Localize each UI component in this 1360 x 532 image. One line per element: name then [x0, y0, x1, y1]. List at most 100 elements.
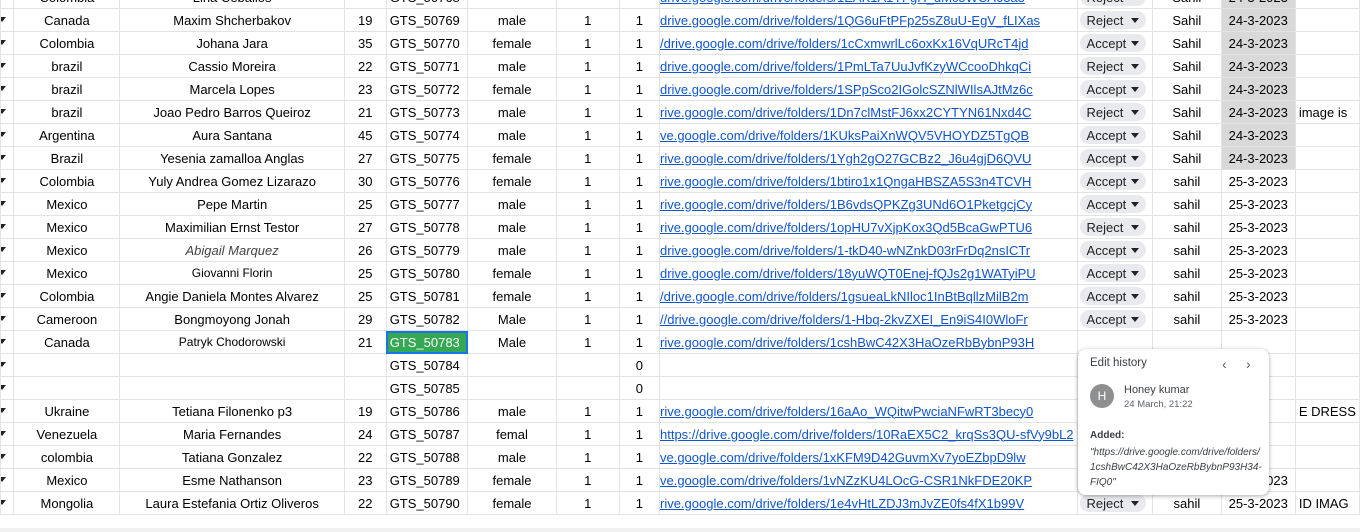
note-cell[interactable] [1294, 192, 1360, 216]
reviewer-cell[interactable]: sahil [1152, 238, 1222, 262]
row-dropdown-cell[interactable] [0, 77, 15, 101]
country-cell[interactable]: Colombia [13, 169, 121, 193]
row-dropdown-cell[interactable] [0, 422, 15, 446]
dropdown-arrow-icon[interactable] [1, 289, 8, 301]
count-cell[interactable]: 1 [555, 146, 620, 170]
status-cell[interactable]: Accept [1076, 123, 1154, 147]
row-dropdown-cell[interactable] [0, 353, 15, 377]
row-dropdown-cell[interactable] [0, 215, 15, 239]
drive-link-cell[interactable]: drive.google.com/drive/folders/1-tkD40-w… [658, 238, 1078, 262]
gender-cell[interactable]: female [467, 468, 557, 492]
drive-link-cell[interactable] [658, 376, 1078, 400]
date-cell[interactable]: 24-3-2023 [1220, 146, 1296, 170]
reviewer-cell[interactable]: sahil [1152, 192, 1222, 216]
status-chip[interactable]: Accept [1079, 287, 1146, 305]
dropdown-arrow-icon[interactable] [1, 496, 8, 508]
age-cell[interactable]: 25 [343, 284, 387, 308]
name-cell[interactable]: Giovanni Florin [119, 261, 345, 285]
gender-cell[interactable]: female [467, 261, 557, 285]
drive-link-cell[interactable]: rive.google.com/drive/folders/1Dn7clMstF… [658, 100, 1078, 124]
age-cell[interactable] [343, 376, 387, 400]
date-cell[interactable]: 25-3-2023 [1220, 192, 1296, 216]
id-cell[interactable]: GTS_50777 [385, 192, 469, 216]
note-cell[interactable] [1294, 123, 1360, 147]
name-cell[interactable]: Maxim Shcherbakov [119, 8, 345, 32]
row-dropdown-cell[interactable] [0, 468, 15, 492]
date-cell[interactable]: 25-3-2023 [1220, 169, 1296, 193]
drive-link-cell[interactable]: drive.google.com/drive/folders/1EAK1A1YF… [658, 0, 1078, 9]
age-cell[interactable]: 23 [343, 468, 387, 492]
note-cell[interactable] [1294, 445, 1360, 469]
country-cell[interactable]: brazil [13, 54, 121, 78]
dropdown-arrow-icon[interactable] [1, 381, 8, 393]
count-cell[interactable] [555, 376, 620, 400]
reviewer-cell[interactable]: sahil [1152, 307, 1222, 331]
gender-cell[interactable]: male [467, 100, 557, 124]
reviewer-cell[interactable]: Sahil [1152, 100, 1222, 124]
dropdown-arrow-icon[interactable] [1, 105, 8, 117]
status-chip[interactable]: Reject [1079, 218, 1146, 236]
count-cell[interactable]: 1 [555, 491, 620, 515]
gender-cell[interactable]: female [467, 284, 557, 308]
row-dropdown-cell[interactable] [0, 261, 15, 285]
status-chip[interactable]: Accept [1079, 34, 1146, 52]
count-cell[interactable]: 1 [555, 77, 620, 101]
id-cell[interactable]: GTS_50771 [385, 54, 469, 78]
row-dropdown-cell[interactable] [0, 8, 15, 32]
note-cell[interactable] [1294, 31, 1360, 55]
age-cell[interactable]: 21 [343, 330, 387, 354]
dropdown-arrow-icon[interactable] [1, 174, 8, 186]
id-cell[interactable]: GTS_50787 [385, 422, 469, 446]
row-dropdown-cell[interactable] [0, 0, 15, 9]
name-cell[interactable]: Aura Santana [119, 123, 345, 147]
reviewer-cell[interactable]: Sahil [1152, 31, 1222, 55]
gender-cell[interactable]: female [467, 31, 557, 55]
status-cell[interactable]: Accept [1076, 169, 1154, 193]
id-cell[interactable]: GTS_50780 [385, 261, 469, 285]
country-cell[interactable]: Canada [13, 330, 121, 354]
drive-link-cell[interactable]: rive.google.com/drive/folders/1btiro1x1Q… [658, 169, 1078, 193]
date-cell[interactable]: 25-3-2023 [1220, 307, 1296, 331]
drive-link-cell[interactable]: rive.google.com/drive/folders/1Ygh2gO27G… [658, 146, 1078, 170]
count-cell[interactable]: 1 [555, 100, 620, 124]
dropdown-arrow-icon[interactable] [1, 128, 8, 140]
count-cell[interactable]: 1 [555, 445, 620, 469]
country-cell[interactable]: Mexico [13, 238, 121, 262]
age-cell[interactable]: 22 [343, 445, 387, 469]
row-dropdown-cell[interactable] [0, 169, 15, 193]
age-cell[interactable]: 23 [343, 77, 387, 101]
next-edit-icon[interactable]: › [1246, 356, 1251, 372]
dropdown-arrow-icon[interactable] [1, 427, 8, 439]
status-chip[interactable]: Reject [1079, 0, 1146, 6]
country-cell[interactable]: Colombia [13, 0, 121, 9]
gender-cell[interactable]: male [467, 123, 557, 147]
note-cell[interactable] [1294, 238, 1360, 262]
age-cell[interactable]: 19 [343, 8, 387, 32]
count-cell[interactable]: 1 [555, 54, 620, 78]
dropdown-arrow-icon[interactable] [1, 59, 8, 71]
note-cell[interactable] [1294, 54, 1360, 78]
country-cell[interactable]: Colombia [13, 284, 121, 308]
note-cell[interactable] [1294, 146, 1360, 170]
id-cell[interactable]: GTS_50778 [385, 215, 469, 239]
gender-cell[interactable]: male [467, 399, 557, 423]
country-cell[interactable]: Mexico [13, 192, 121, 216]
reviewer-cell[interactable]: Sahil [1152, 123, 1222, 147]
drive-link-cell[interactable]: https://drive.google.com/drive/folders/1… [658, 422, 1078, 446]
id-cell[interactable]: GTS_50768 [385, 0, 469, 9]
note-cell[interactable] [1294, 422, 1360, 446]
gender-cell[interactable]: Male [467, 330, 557, 354]
country-cell[interactable]: Venezuela [13, 422, 121, 446]
gender-cell[interactable]: female [467, 169, 557, 193]
count-cell[interactable]: 1 [618, 261, 660, 285]
count-cell[interactable]: 1 [618, 31, 660, 55]
date-cell[interactable]: 25-3-2023 [1220, 284, 1296, 308]
date-cell[interactable]: 24-3-2023 [1220, 0, 1296, 9]
horizontal-scrollbar[interactable] [0, 528, 1360, 532]
gender-cell[interactable]: female [467, 491, 557, 515]
reviewer-cell[interactable]: Sahil [1152, 54, 1222, 78]
dropdown-arrow-icon[interactable] [1, 220, 8, 232]
id-cell[interactable]: GTS_50783 [385, 330, 469, 354]
count-cell[interactable]: 1 [555, 399, 620, 423]
count-cell[interactable]: 1 [618, 238, 660, 262]
